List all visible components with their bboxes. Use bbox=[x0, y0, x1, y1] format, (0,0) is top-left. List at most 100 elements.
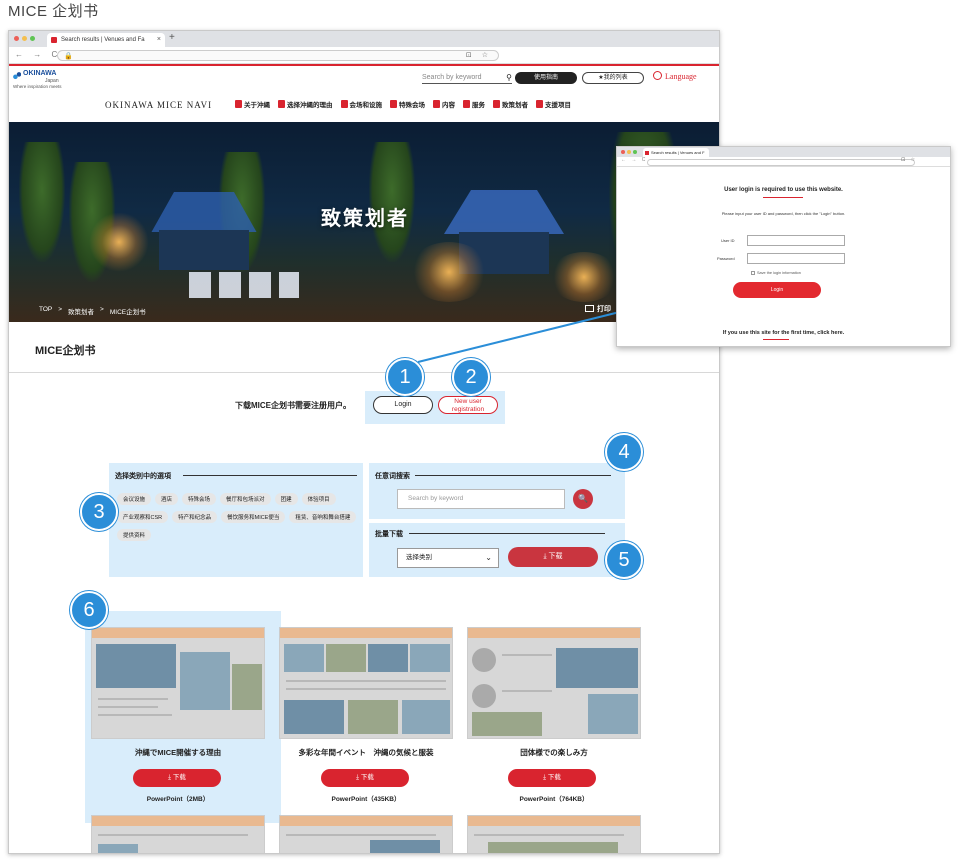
divider bbox=[9, 372, 719, 373]
logo-mark-icon bbox=[13, 72, 21, 80]
category-chip[interactable]: 酒店 bbox=[155, 493, 179, 505]
maximize-window-icon[interactable] bbox=[30, 36, 35, 41]
thumb-text bbox=[286, 680, 446, 682]
thumb-text bbox=[502, 690, 552, 692]
nav-special-venues-icon bbox=[390, 100, 397, 108]
thumb-text bbox=[474, 834, 624, 836]
category-chip[interactable]: 会议设施 bbox=[117, 493, 152, 505]
minimize-window-icon[interactable] bbox=[22, 36, 27, 41]
card-file-size: PowerPoint（764KB） bbox=[519, 796, 589, 803]
keyword-search-input[interactable]: Search by keyword bbox=[397, 489, 565, 509]
header-search-placeholder: Search by keyword bbox=[422, 74, 482, 81]
register-label-line1: New user bbox=[454, 398, 482, 405]
globe-icon bbox=[653, 71, 662, 80]
callout-badge-2: 2 bbox=[452, 358, 490, 396]
tab-title: Search results | Venues and Fa bbox=[61, 37, 145, 43]
card-title[interactable]: 沖縄でMICE開催する理由 bbox=[91, 747, 265, 758]
card-download-button[interactable]: ⤓ 下载 bbox=[133, 769, 221, 787]
card-title[interactable]: 団体様での楽しみ方 bbox=[467, 747, 641, 758]
popup-maximize-icon[interactable] bbox=[633, 150, 637, 154]
login-button[interactable]: Login bbox=[373, 396, 433, 414]
card-thumbnail[interactable] bbox=[91, 627, 265, 739]
category-chip[interactable]: 提供资料 bbox=[117, 529, 152, 541]
popup-address-bar[interactable] bbox=[647, 159, 915, 166]
popup-omnibox-icons[interactable]: ⊡ ☆ bbox=[901, 157, 917, 163]
category-chip[interactable]: 餐饮服务和MICE便当 bbox=[221, 511, 286, 523]
checkbox-icon[interactable] bbox=[751, 271, 755, 275]
nav-item-services[interactable]: 服务 bbox=[463, 99, 485, 109]
address-bar[interactable]: 🔒 ⊡ ☆ bbox=[57, 50, 499, 61]
popup-nav-buttons[interactable]: ← → C bbox=[621, 157, 647, 163]
card-title[interactable]: 多彩な年間イベント 沖縄の気候と服装 bbox=[279, 747, 453, 758]
my-list-button[interactable]: ★我的列表 bbox=[582, 72, 644, 84]
category-chip[interactable]: 团建 bbox=[274, 493, 298, 505]
tab-close-icon[interactable]: × bbox=[157, 33, 161, 47]
category-chip[interactable]: 特产和纪念品 bbox=[172, 511, 218, 523]
password-field[interactable] bbox=[747, 253, 845, 264]
new-tab-button[interactable]: + bbox=[169, 32, 175, 43]
card-thumbnail[interactable] bbox=[279, 815, 453, 853]
thumb-image bbox=[368, 644, 408, 672]
close-window-icon[interactable] bbox=[14, 36, 19, 41]
browser-tab[interactable]: Search results | Venues and Fa × bbox=[47, 33, 165, 47]
nav-item-support[interactable]: 支援项目 bbox=[536, 99, 571, 109]
omnibox-icons[interactable]: ⊡ ☆ bbox=[466, 51, 492, 59]
card-download-button[interactable]: ⤓ 下载 bbox=[321, 769, 409, 787]
category-chip[interactable]: 餐厅和包场派对 bbox=[220, 493, 271, 505]
language-selector[interactable]: Language bbox=[653, 71, 697, 81]
breadcrumb-planners[interactable]: 致策划者 bbox=[68, 306, 94, 316]
okinawa-logo[interactable]: OKINAWA Japan Where inspiration meets bbox=[13, 70, 73, 90]
nav-item-special-venues[interactable]: 特殊会场 bbox=[390, 99, 425, 109]
thumb-image bbox=[556, 648, 638, 688]
guide-button[interactable]: 使用指南 bbox=[515, 72, 577, 84]
header-search-input[interactable]: Search by keyword ⚲ bbox=[422, 72, 512, 84]
popup-window-controls bbox=[621, 150, 637, 154]
address-bar-row: ← → C 🔒 ⊡ ☆ bbox=[9, 47, 719, 64]
category-chip[interactable]: 特殊会场 bbox=[182, 493, 217, 505]
save-login-label: Save the login information bbox=[757, 271, 801, 275]
breadcrumb-separator: > bbox=[100, 306, 104, 313]
category-chip[interactable]: 产业观察和CSR bbox=[117, 511, 169, 523]
nav-item-about[interactable]: 关于沖縄 bbox=[235, 99, 270, 109]
category-chip[interactable]: 租赁、音响和舞台搭建 bbox=[289, 511, 357, 523]
card-thumbnail[interactable] bbox=[467, 815, 641, 853]
bulk-download-button[interactable]: ⤓ 下载 bbox=[508, 547, 598, 567]
user-id-field[interactable] bbox=[747, 235, 845, 246]
card-thumbnail[interactable] bbox=[467, 627, 641, 739]
site-name[interactable]: OKINAWA MICE NAVI bbox=[105, 100, 212, 110]
nav-item-reasons[interactable]: 选择沖縄的理由 bbox=[278, 99, 333, 109]
thumb-image bbox=[370, 840, 440, 853]
search-icon[interactable]: ⚲ bbox=[506, 72, 512, 84]
first-time-link[interactable]: If you use this site for the first time,… bbox=[617, 330, 950, 336]
thumb-header bbox=[280, 816, 452, 826]
new-user-registration-button[interactable]: New user registration bbox=[438, 396, 498, 414]
print-button[interactable]: 打印 bbox=[585, 304, 611, 314]
keyword-search-button[interactable]: 🔍 bbox=[573, 489, 593, 509]
callout-badge-5: 5 bbox=[605, 541, 643, 579]
popup-tab-bar: Search results | Venues and F bbox=[617, 147, 950, 157]
breadcrumb: TOP > 致策划者 > MICE企划书 bbox=[39, 306, 146, 316]
popup-minimize-icon[interactable] bbox=[627, 150, 631, 154]
nav-buttons[interactable]: ← → C bbox=[15, 50, 61, 59]
popup-login-button[interactable]: Login bbox=[733, 282, 821, 298]
heading-underline bbox=[763, 197, 803, 198]
nav-item-planners[interactable]: 致策划者 bbox=[493, 99, 528, 109]
save-login-checkbox[interactable]: Save the login information bbox=[751, 271, 801, 275]
card-thumbnail[interactable] bbox=[91, 815, 265, 853]
category-select[interactable]: 选择类别 ⌄ bbox=[397, 548, 499, 568]
popup-close-icon[interactable] bbox=[621, 150, 625, 154]
popup-tab[interactable]: Search results | Venues and F bbox=[643, 148, 709, 157]
nav-item-contents[interactable]: 内容 bbox=[433, 99, 455, 109]
nav-item-venues[interactable]: 会场和设施 bbox=[340, 99, 382, 109]
card-thumbnail[interactable] bbox=[279, 627, 453, 739]
card-download-button[interactable]: ⤓ 下载 bbox=[508, 769, 596, 787]
thumb-image bbox=[402, 700, 450, 734]
thumb-image bbox=[588, 694, 638, 734]
thumb-text bbox=[98, 834, 248, 836]
nav-label: 关于沖縄 bbox=[244, 102, 270, 109]
bulk-download-title: 批量下载 bbox=[375, 531, 403, 538]
breadcrumb-top[interactable]: TOP bbox=[39, 306, 52, 316]
hero-light bbox=[409, 242, 489, 302]
thumb-image bbox=[232, 664, 262, 710]
category-chip[interactable]: 体验项目 bbox=[301, 493, 336, 505]
